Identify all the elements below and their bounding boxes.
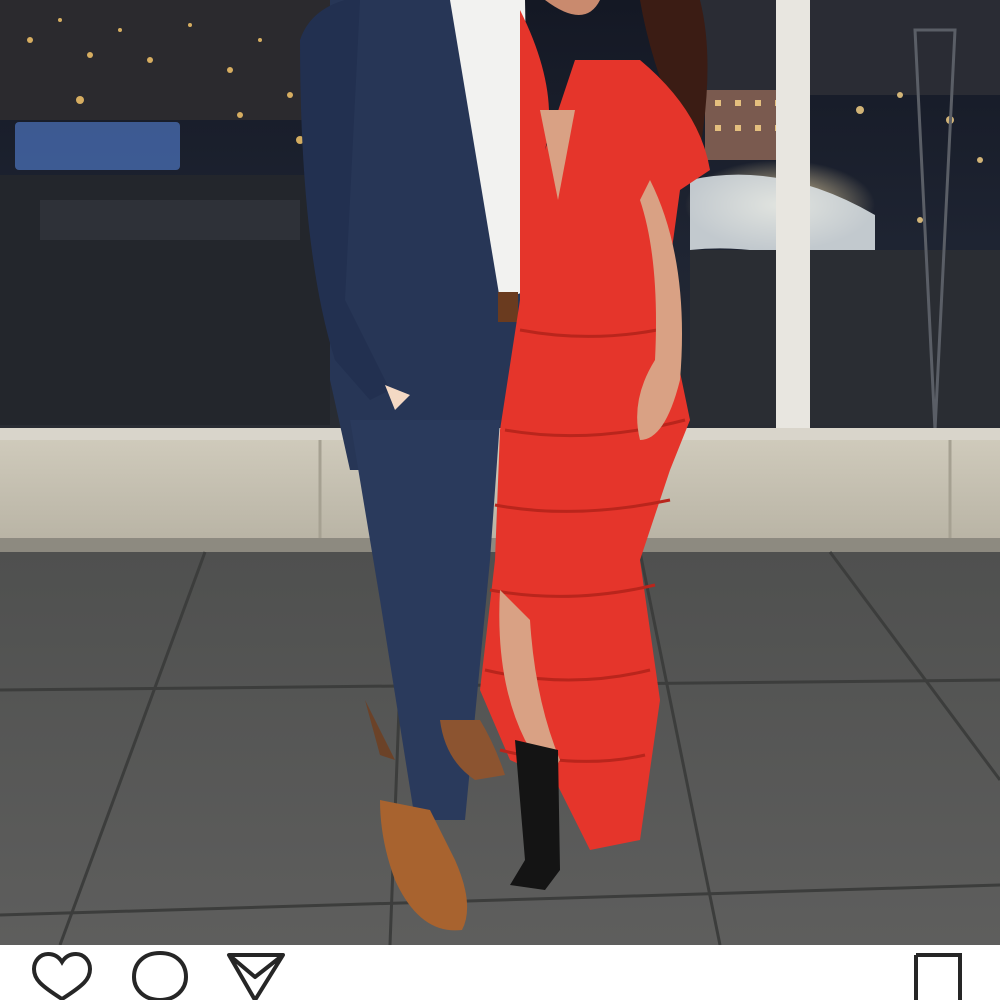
post-photo[interactable] bbox=[0, 0, 1000, 945]
share-icon[interactable] bbox=[225, 945, 287, 1000]
comment-icon[interactable] bbox=[130, 945, 190, 1000]
belt bbox=[498, 292, 518, 322]
post-action-bar bbox=[0, 945, 1000, 1000]
bookmark-icon[interactable] bbox=[910, 945, 966, 1000]
heart-icon[interactable] bbox=[30, 945, 94, 1000]
post-photo-illustration bbox=[0, 0, 1000, 945]
railing-post bbox=[776, 0, 810, 450]
lit-rooftop bbox=[15, 122, 180, 170]
